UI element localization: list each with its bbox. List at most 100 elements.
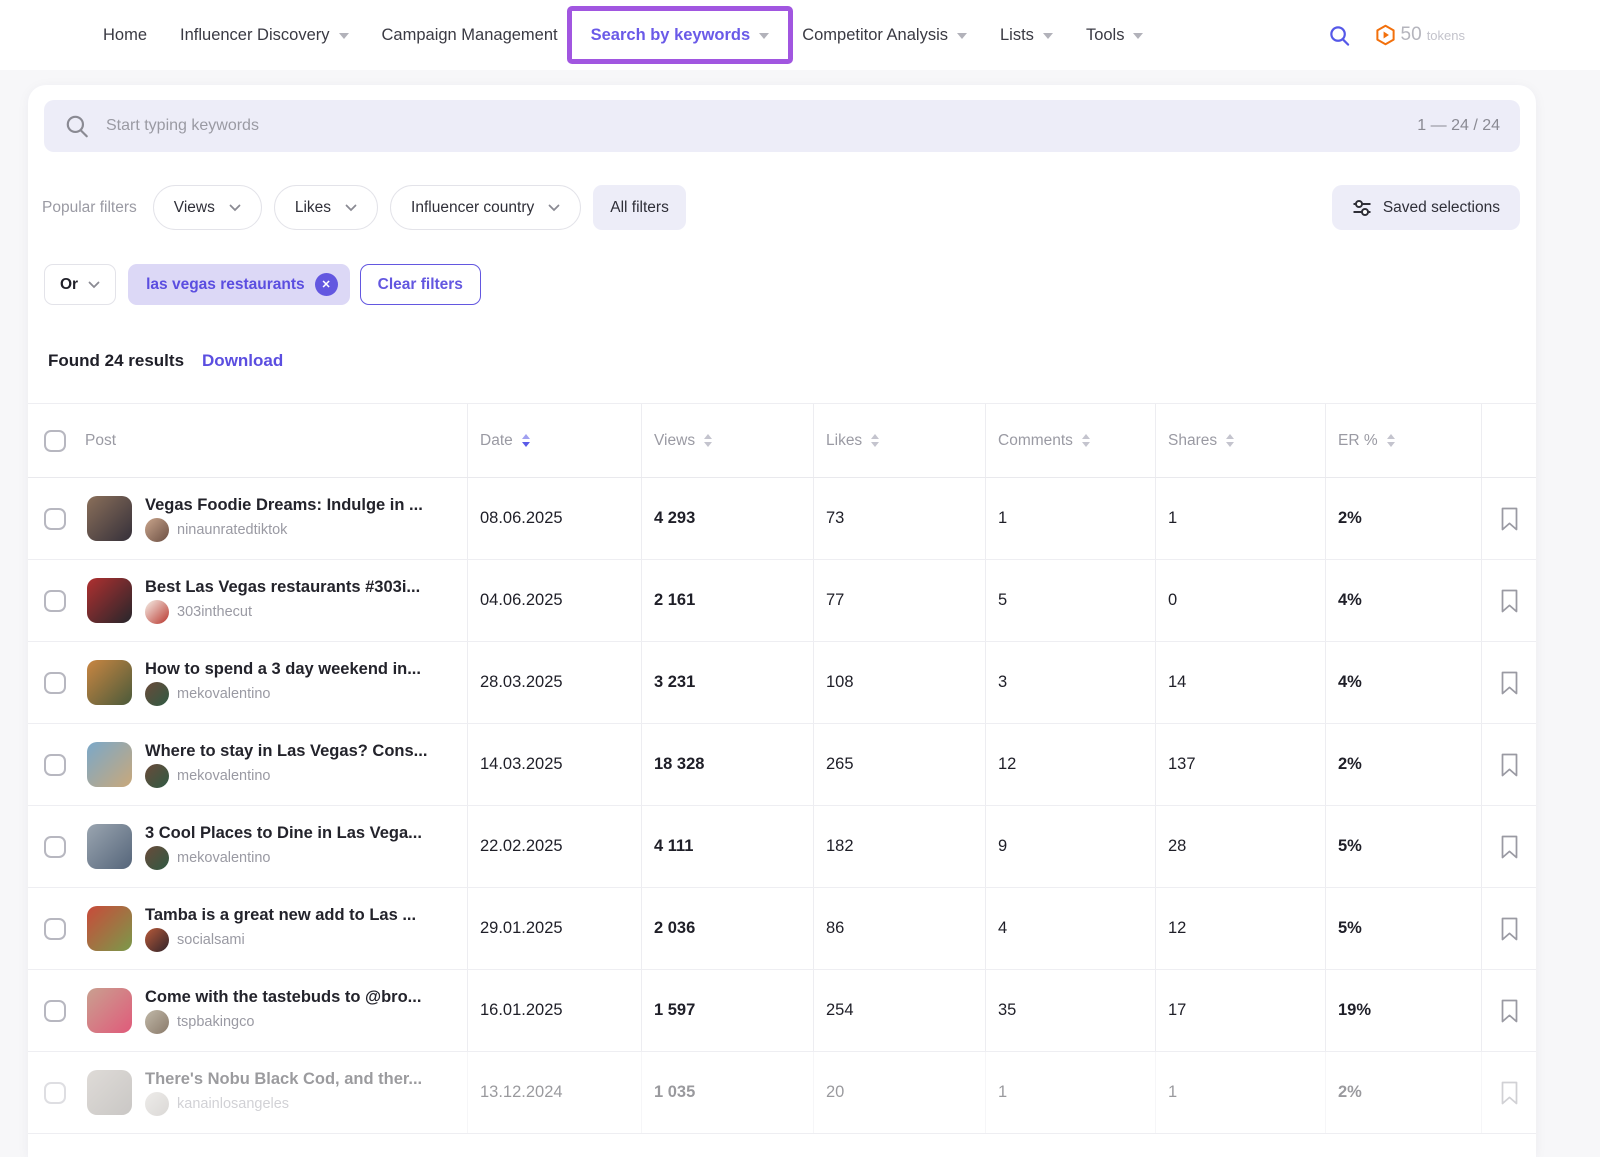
bookmark-icon[interactable] — [1499, 670, 1520, 696]
nav-item-home[interactable]: Home — [103, 26, 147, 45]
bookmark-icon[interactable] — [1499, 506, 1520, 532]
select-all-checkbox[interactable] — [44, 430, 66, 452]
sort-icon[interactable] — [1082, 434, 1090, 447]
table-row[interactable]: Where to stay in Las Vegas? Cons... mekov… — [28, 724, 1536, 806]
post-title[interactable]: How to spend a 3 day weekend in... — [145, 660, 421, 679]
filter-dropdown-influencer-country[interactable]: Influencer country — [390, 185, 581, 230]
column-header-date[interactable]: Date — [467, 404, 641, 477]
bookmark-icon[interactable] — [1499, 752, 1520, 778]
remove-chip-icon[interactable]: ✕ — [315, 273, 338, 296]
post-cell: How to spend a 3 day weekend in... mekova… — [28, 642, 467, 723]
nav-item-competitor-analysis[interactable]: Competitor Analysis — [802, 26, 967, 45]
row-checkbox[interactable] — [44, 918, 66, 940]
comments-cell: 9 — [985, 806, 1155, 887]
filter-dropdown-views[interactable]: Views — [153, 185, 262, 230]
er-value: 4% — [1338, 591, 1362, 610]
row-checkbox[interactable] — [44, 590, 66, 612]
post-thumbnail[interactable] — [87, 660, 132, 705]
shares-cell: 17 — [1155, 970, 1325, 1051]
sort-icon[interactable] — [1387, 434, 1395, 447]
sort-icon[interactable] — [871, 434, 879, 447]
filter-dropdown-likes[interactable]: Likes — [274, 185, 378, 230]
post-title[interactable]: There's Nobu Black Cod, and ther... — [145, 1070, 422, 1089]
likes-cell: 254 — [813, 970, 985, 1051]
post-title[interactable]: Vegas Foodie Dreams: Indulge in ... — [145, 496, 423, 515]
clear-filters-button[interactable]: Clear filters — [360, 264, 481, 305]
post-thumbnail[interactable] — [87, 578, 132, 623]
post-author[interactable]: mekovalentino — [145, 846, 422, 870]
date-cell: 13.12.2024 — [467, 1052, 641, 1133]
table-row[interactable]: 3 Cool Places to Dine in Las Vega... meko… — [28, 806, 1536, 888]
post-title[interactable]: Where to stay in Las Vegas? Cons... — [145, 742, 427, 761]
nav-item-search-by-keywords[interactable]: Search by keywords — [591, 26, 770, 45]
bookmark-icon[interactable] — [1499, 998, 1520, 1024]
sort-icon[interactable] — [522, 434, 530, 447]
post-cell: Tamba is a great new add to Las ... socia… — [28, 888, 467, 969]
keyword-chip[interactable]: las vegas restaurants ✕ — [128, 264, 350, 305]
table-row[interactable]: Tamba is a great new add to Las ... socia… — [28, 888, 1536, 970]
post-thumbnail[interactable] — [87, 824, 132, 869]
row-checkbox[interactable] — [44, 1082, 66, 1104]
nav-item-lists[interactable]: Lists — [1000, 26, 1053, 45]
chevron-down-icon — [339, 33, 349, 39]
table-row[interactable]: There's Nobu Black Cod, and ther... kanai… — [28, 1052, 1536, 1134]
bookmark-icon[interactable] — [1499, 834, 1520, 860]
sort-icon[interactable] — [1226, 434, 1234, 447]
post-title[interactable]: Tamba is a great new add to Las ... — [145, 906, 416, 925]
column-header-shares[interactable]: Shares — [1155, 404, 1325, 477]
date-value: 14.03.2025 — [480, 755, 563, 774]
sort-icon[interactable] — [704, 434, 712, 447]
search-icon[interactable] — [1328, 24, 1351, 47]
post-author[interactable]: ninaunratedtiktok — [145, 518, 423, 542]
post-thumbnail[interactable] — [87, 742, 132, 787]
post-author[interactable]: mekovalentino — [145, 682, 421, 706]
bookmark-icon[interactable] — [1499, 588, 1520, 614]
post-thumbnail[interactable] — [87, 906, 132, 951]
row-checkbox[interactable] — [44, 754, 66, 776]
table-row[interactable]: Vegas Foodie Dreams: Indulge in ... ninau… — [28, 478, 1536, 560]
row-checkbox[interactable] — [44, 1000, 66, 1022]
saved-selections-button[interactable]: Saved selections — [1332, 185, 1520, 230]
column-header-er[interactable]: ER % — [1325, 404, 1481, 477]
post-author[interactable]: socialsami — [145, 928, 416, 952]
tokens-balance[interactable]: 50 tokens — [1375, 24, 1465, 46]
bookmark-cell — [1481, 1052, 1536, 1133]
all-filters-button[interactable]: All filters — [593, 185, 686, 230]
column-header-comments[interactable]: Comments — [985, 404, 1155, 477]
table-row[interactable]: Best Las Vegas restaurants #303i... 303in… — [28, 560, 1536, 642]
filter-dropdown-label: Likes — [295, 199, 331, 217]
row-checkbox[interactable] — [44, 672, 66, 694]
row-checkbox[interactable] — [44, 508, 66, 530]
post-author[interactable]: 303inthecut — [145, 600, 420, 624]
post-title[interactable]: Come with the tastebuds to @bro... — [145, 988, 421, 1007]
post-author[interactable]: mekovalentino — [145, 764, 427, 788]
column-header-label: Comments — [998, 432, 1073, 450]
post-thumbnail[interactable] — [87, 496, 132, 541]
column-header-likes[interactable]: Likes — [813, 404, 985, 477]
nav-item-label: Competitor Analysis — [802, 26, 948, 45]
post-author[interactable]: tspbakingco — [145, 1010, 421, 1034]
likes-value: 20 — [826, 1083, 844, 1102]
keyword-search-input[interactable] — [104, 116, 1417, 136]
bookmark-icon[interactable] — [1499, 916, 1520, 942]
nav-item-tools[interactable]: Tools — [1086, 26, 1144, 45]
table-row[interactable]: How to spend a 3 day weekend in... mekova… — [28, 642, 1536, 724]
er-value: 2% — [1338, 1083, 1362, 1102]
post-title[interactable]: Best Las Vegas restaurants #303i... — [145, 578, 420, 597]
post-thumbnail[interactable] — [87, 988, 132, 1033]
post-title[interactable]: 3 Cool Places to Dine in Las Vega... — [145, 824, 422, 843]
table-row[interactable]: Come with the tastebuds to @bro... tspbak… — [28, 970, 1536, 1052]
column-header-views[interactable]: Views — [641, 404, 813, 477]
post-thumbnail[interactable] — [87, 1070, 132, 1115]
shares-cell: 137 — [1155, 724, 1325, 805]
bookmark-icon[interactable] — [1499, 1080, 1520, 1106]
post-author[interactable]: kanainlosangeles — [145, 1092, 422, 1116]
operator-dropdown[interactable]: Or — [44, 264, 116, 305]
nav-item-campaign-management[interactable]: Campaign Management — [382, 26, 558, 45]
nav-item-influencer-discovery[interactable]: Influencer Discovery — [180, 26, 348, 45]
row-checkbox[interactable] — [44, 836, 66, 858]
er-value: 4% — [1338, 673, 1362, 692]
column-header-label: ER % — [1338, 432, 1378, 450]
download-link[interactable]: Download — [202, 351, 283, 371]
post-cell: Come with the tastebuds to @bro... tspbak… — [28, 970, 467, 1051]
